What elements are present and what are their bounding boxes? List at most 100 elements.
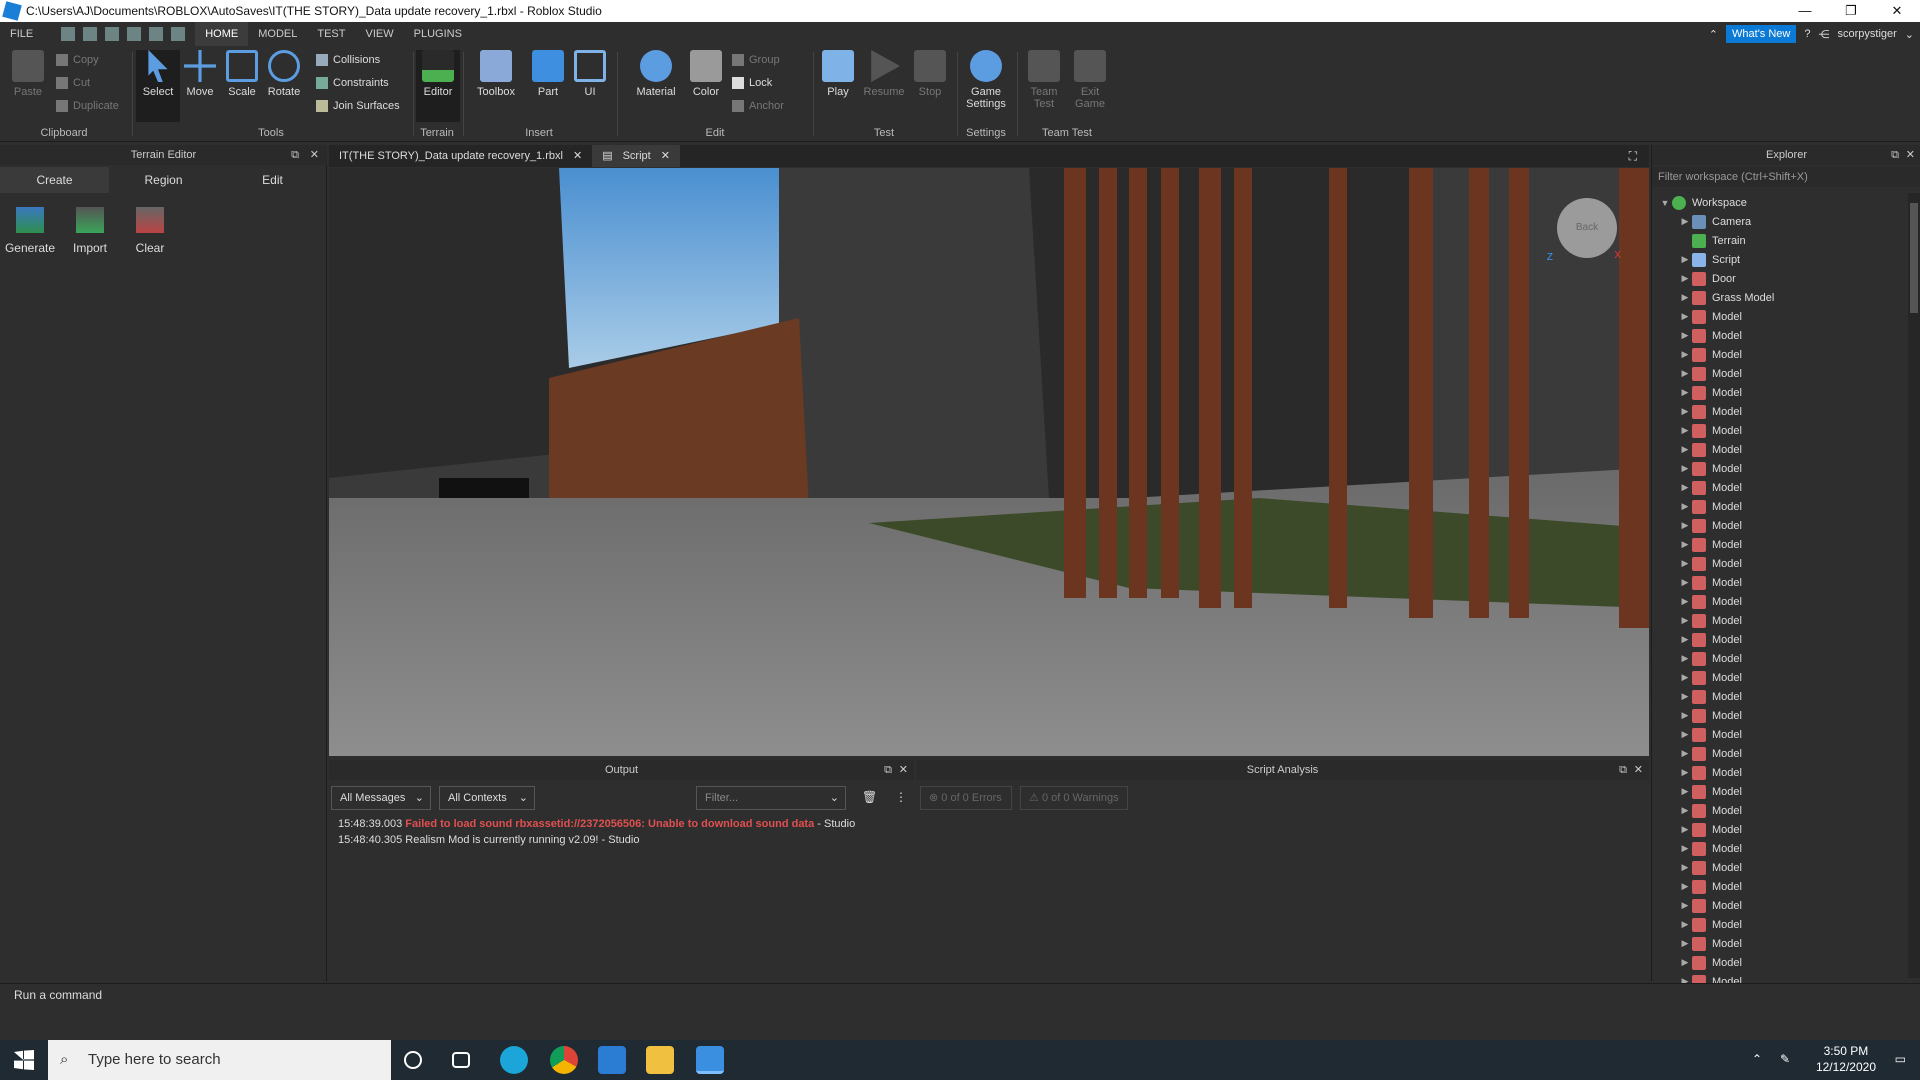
chevron-right-icon[interactable]: ▶ xyxy=(1678,786,1692,797)
explorer-filter-input[interactable]: Filter workspace (Ctrl+Shift+X) xyxy=(1652,167,1920,187)
tree-item[interactable]: ▶ Model xyxy=(1652,896,1902,915)
exit-game-button[interactable]: Exit Game xyxy=(1068,50,1112,110)
tree-item[interactable]: ▶ Model xyxy=(1652,592,1902,611)
tree-item[interactable]: ▶ Model xyxy=(1652,497,1902,516)
tab-view[interactable]: VIEW xyxy=(355,22,403,46)
tree-item[interactable]: ▶ Model xyxy=(1652,915,1902,934)
tree-item[interactable]: ▶ Model xyxy=(1652,459,1902,478)
chevron-right-icon[interactable]: ▶ xyxy=(1678,634,1692,645)
chevron-right-icon[interactable]: ▶ xyxy=(1678,805,1692,816)
chevron-right-icon[interactable]: ▶ xyxy=(1678,615,1692,626)
import-button[interactable]: Import xyxy=(60,207,120,255)
edge-icon[interactable] xyxy=(500,1046,528,1074)
chevron-right-icon[interactable]: ▶ xyxy=(1678,596,1692,607)
chevron-right-icon[interactable]: ▶ xyxy=(1678,938,1692,949)
publish-icon[interactable] xyxy=(127,27,142,41)
chevron-right-icon[interactable]: ▶ xyxy=(1678,558,1692,569)
tree-item[interactable]: ▶ Model xyxy=(1652,687,1902,706)
anchor-button[interactable]: Anchor xyxy=(732,100,784,112)
tree-item[interactable]: ▶ Model xyxy=(1652,725,1902,744)
help-icon[interactable]: ? xyxy=(1804,28,1810,40)
chevron-right-icon[interactable]: ▶ xyxy=(1678,425,1692,436)
tree-item[interactable]: ▶ Model xyxy=(1652,326,1902,345)
chevron-right-icon[interactable]: ▶ xyxy=(1678,748,1692,759)
chevron-right-icon[interactable]: ▶ xyxy=(1678,292,1692,303)
close-icon[interactable]: ✕ xyxy=(899,760,908,780)
save-icon[interactable] xyxy=(149,27,164,41)
tree-item[interactable]: ▶ Script xyxy=(1652,250,1902,269)
chevron-right-icon[interactable]: ▶ xyxy=(1678,482,1692,493)
game-settings-button[interactable]: Game Settings xyxy=(962,50,1010,110)
task-view-icon[interactable] xyxy=(452,1052,470,1068)
chevron-right-icon[interactable]: ▶ xyxy=(1678,387,1692,398)
tree-item[interactable]: ▶ Model xyxy=(1652,402,1902,421)
toolbox-button[interactable]: Toolbox xyxy=(470,50,522,98)
output-filter-input[interactable]: Filter... ⌄ xyxy=(696,786,846,810)
chevron-right-icon[interactable]: ▶ xyxy=(1678,577,1692,588)
scale-button[interactable]: Scale xyxy=(220,50,264,98)
roblox-studio-taskbar-icon[interactable] xyxy=(696,1046,724,1074)
chevron-right-icon[interactable]: ▶ xyxy=(1678,957,1692,968)
chevron-right-icon[interactable]: ▶ xyxy=(1678,273,1692,284)
tree-item[interactable]: ▶ Model xyxy=(1652,953,1902,972)
notifications-icon[interactable]: ▭ xyxy=(1895,1052,1906,1066)
chevron-right-icon[interactable]: ▶ xyxy=(1678,710,1692,721)
whats-new-button[interactable]: What's New xyxy=(1726,25,1797,43)
material-button[interactable]: Material xyxy=(630,50,682,98)
tree-item[interactable]: ▶ Model xyxy=(1652,383,1902,402)
system-clock[interactable]: 3:50 PM 12/12/2020 xyxy=(1816,1043,1876,1075)
chevron-right-icon[interactable]: ▶ xyxy=(1678,311,1692,322)
chevron-right-icon[interactable]: ▶ xyxy=(1678,653,1692,664)
duplicate-button[interactable]: Duplicate xyxy=(56,100,119,112)
join-surfaces-toggle[interactable]: Join Surfaces xyxy=(316,100,400,112)
windows-start-icon[interactable] xyxy=(14,1050,34,1070)
cut-button[interactable]: Cut xyxy=(56,77,90,89)
tree-item[interactable]: ▶ Model xyxy=(1652,706,1902,725)
chevron-right-icon[interactable]: ▶ xyxy=(1678,691,1692,702)
file-menu[interactable]: FILE xyxy=(0,22,43,46)
chevron-right-icon[interactable]: ▶ xyxy=(1678,406,1692,417)
minimize-button[interactable]: — xyxy=(1782,0,1828,22)
chrome-icon[interactable] xyxy=(550,1046,578,1074)
tree-item[interactable]: ▶ Camera xyxy=(1652,212,1902,231)
chevron-right-icon[interactable]: ▶ xyxy=(1678,444,1692,455)
chevron-right-icon[interactable]: ▶ xyxy=(1678,501,1692,512)
username[interactable]: scorpystiger xyxy=(1837,28,1896,40)
chevron-right-icon[interactable]: ▶ xyxy=(1678,539,1692,550)
explorer-scrollbar[interactable] xyxy=(1908,193,1920,978)
stop-button[interactable]: Stop xyxy=(908,50,952,98)
chevron-right-icon[interactable]: ▶ xyxy=(1678,368,1692,379)
tree-item[interactable]: ▶ Model xyxy=(1652,763,1902,782)
tree-item[interactable]: ▶ Grass Model xyxy=(1652,288,1902,307)
tree-item[interactable]: ▶ Model xyxy=(1652,630,1902,649)
tree-item[interactable]: ▶ Model xyxy=(1652,877,1902,896)
tree-item[interactable]: ▶ Model xyxy=(1652,649,1902,668)
mail-icon[interactable] xyxy=(598,1046,626,1074)
ribbon-menu-chevron-icon[interactable]: ⌄ xyxy=(1905,28,1914,41)
cortana-icon[interactable] xyxy=(404,1051,422,1069)
chevron-right-icon[interactable]: ▶ xyxy=(1678,349,1692,360)
new-file-icon[interactable] xyxy=(61,27,76,41)
constraints-toggle[interactable]: Constraints xyxy=(316,77,389,89)
tree-item[interactable]: ▶ Model xyxy=(1652,839,1902,858)
tree-item[interactable]: ▶ Model xyxy=(1652,307,1902,326)
close-icon[interactable]: ✕ xyxy=(573,145,582,167)
chevron-right-icon[interactable]: ▶ xyxy=(1678,862,1692,873)
pen-icon[interactable]: ✎ xyxy=(1780,1052,1790,1066)
part-button[interactable]: Part xyxy=(526,50,570,98)
tree-item[interactable]: ▶ Model xyxy=(1652,554,1902,573)
tab-place-file[interactable]: IT(THE STORY)_Data update recovery_1.rbx… xyxy=(329,145,592,167)
taskbar-search-input[interactable]: ⌕ Type here to search xyxy=(48,1040,391,1080)
chevron-right-icon[interactable]: ▶ xyxy=(1678,463,1692,474)
ui-button[interactable]: UI xyxy=(568,50,612,98)
chevron-right-icon[interactable]: ▶ xyxy=(1678,254,1692,265)
close-icon[interactable]: ✕ xyxy=(1634,760,1643,780)
tree-item[interactable]: Terrain xyxy=(1652,231,1902,250)
tree-item[interactable]: ▶ Model xyxy=(1652,744,1902,763)
chevron-right-icon[interactable]: ▶ xyxy=(1678,824,1692,835)
file-explorer-icon[interactable] xyxy=(646,1046,674,1074)
3d-viewport[interactable]: Back Z X xyxy=(329,168,1649,756)
group-button[interactable]: Group xyxy=(732,54,780,66)
tree-item[interactable]: ▶ Model xyxy=(1652,668,1902,687)
team-test-button[interactable]: Team Test xyxy=(1022,50,1066,110)
